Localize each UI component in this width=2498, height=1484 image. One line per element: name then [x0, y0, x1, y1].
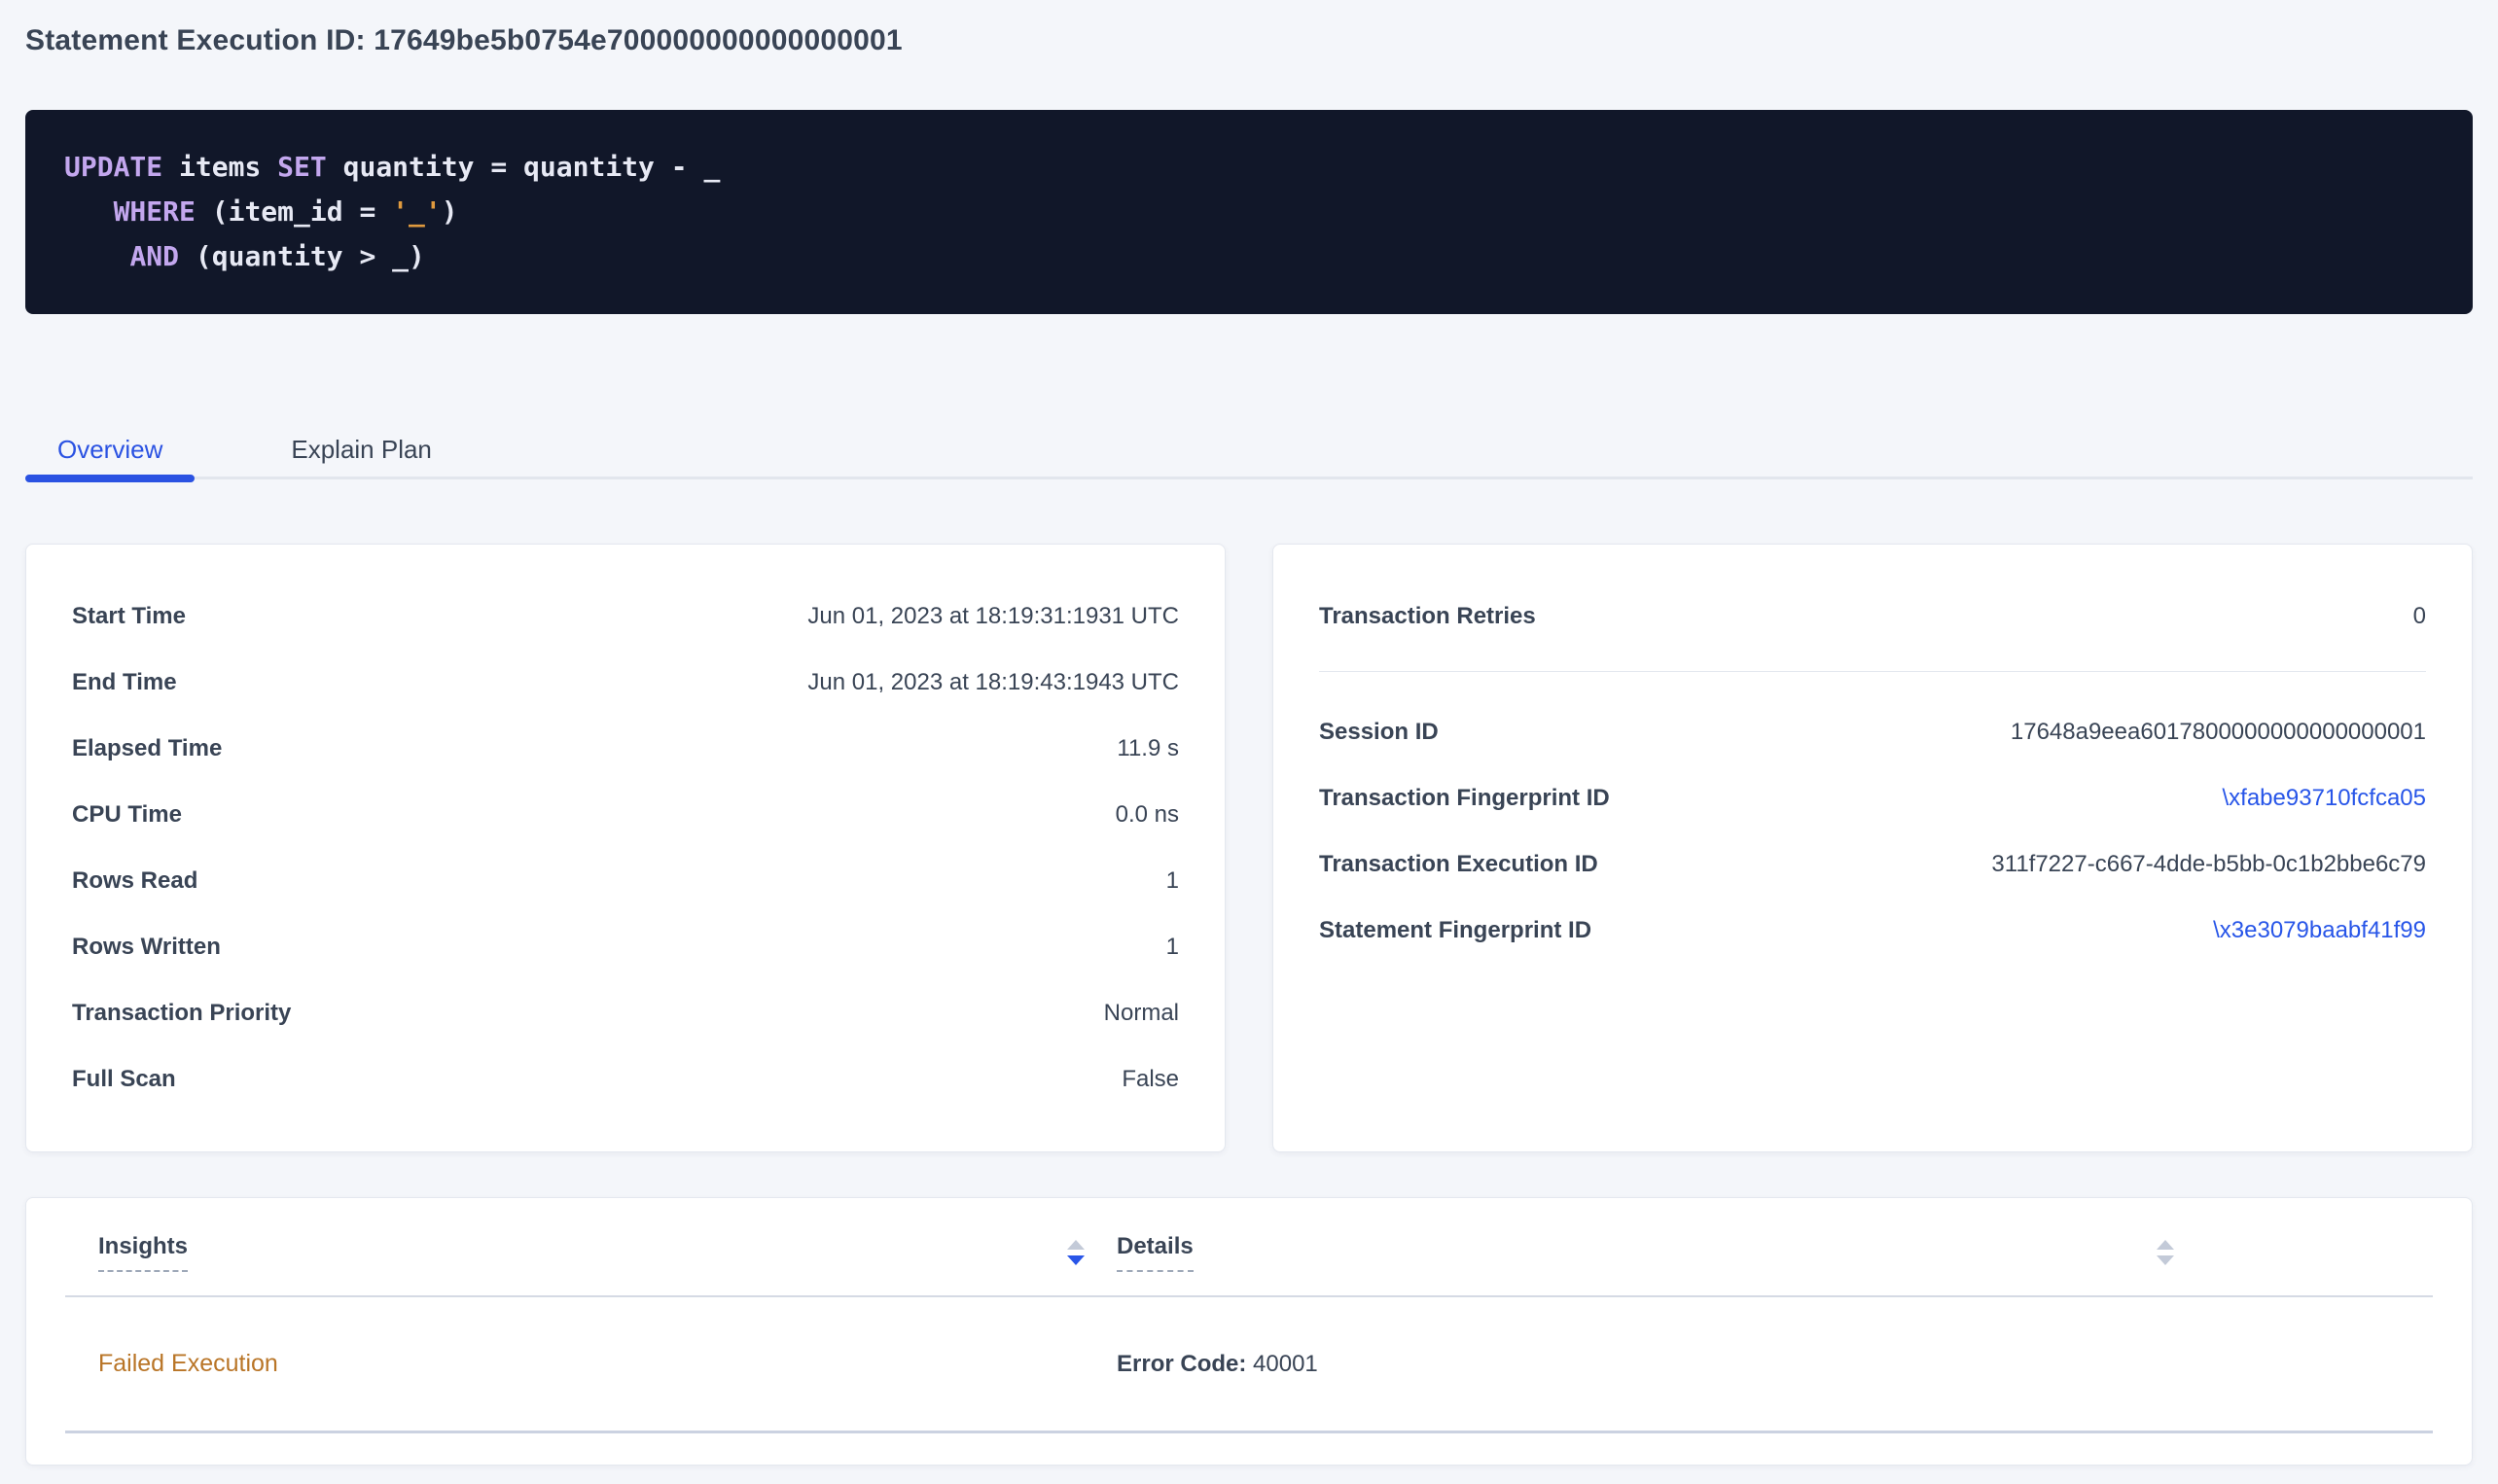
stat-value: 311f7227-c667-4dde-b5bb-0c1b2bbe6c79: [1991, 851, 2426, 878]
sort-ascending-icon[interactable]: [2157, 1240, 2174, 1250]
tab-explain-plan-label: Explain Plan: [291, 435, 432, 464]
stat-value: Jun 01, 2023 at 18:19:31:1931 UTC: [807, 603, 1179, 630]
stat-row-rows-written: Rows Written 1: [72, 914, 1179, 980]
tab-overview-label: Overview: [57, 435, 162, 464]
insight-table-row: Failed Execution Error Code: 40001: [65, 1297, 2433, 1433]
stat-value: 17648a9eea6017800000000000000001: [2011, 719, 2426, 746]
sort-ascending-icon[interactable]: [1067, 1240, 1085, 1250]
insights-column-label[interactable]: Insights: [98, 1233, 188, 1272]
stat-label: CPU Time: [72, 801, 182, 829]
transaction-fingerprint-link[interactable]: \xfabe93710fcfca05: [2223, 785, 2427, 812]
error-code-value: 40001: [1246, 1351, 1317, 1377]
page-title: Statement Execution ID: 17649be5b0754e70…: [25, 0, 2473, 58]
stat-value: False: [1122, 1066, 1179, 1093]
stat-label: Transaction Execution ID: [1319, 851, 1598, 878]
insight-details-cell: Error Code: 40001: [1117, 1351, 2206, 1378]
stat-row-transaction-execution-id: Transaction Execution ID 311f7227-c667-4…: [1319, 831, 2426, 898]
tab-explain-plan[interactable]: Explain Plan: [259, 435, 464, 477]
stat-label: Transaction Priority: [72, 1000, 291, 1027]
details-column-label[interactable]: Details: [1117, 1233, 1194, 1272]
stat-value: 11.9 s: [1117, 735, 1179, 762]
stat-row-rows-read: Rows Read 1: [72, 848, 1179, 914]
stat-row-start-time: Start Time Jun 01, 2023 at 18:19:31:1931…: [72, 583, 1179, 650]
tab-bar: Overview Explain Plan: [25, 435, 2473, 479]
card-divider: [1319, 671, 2426, 672]
statement-fingerprint-link[interactable]: \x3e3079baabf41f99: [2213, 917, 2426, 944]
stat-row-elapsed-time: Elapsed Time 11.9 s: [72, 716, 1179, 782]
stat-label: Full Scan: [72, 1066, 176, 1093]
tab-overview[interactable]: Overview: [25, 435, 195, 477]
stat-label: Start Time: [72, 603, 186, 630]
stat-label: Rows Written: [72, 934, 221, 961]
stat-row-full-scan: Full Scan False: [72, 1046, 1179, 1113]
stat-label: Transaction Fingerprint ID: [1319, 785, 1610, 812]
stat-row-cpu-time: CPU Time 0.0 ns: [72, 782, 1179, 848]
stat-label: End Time: [72, 669, 177, 696]
insights-table-header: Insights Details: [65, 1198, 2433, 1297]
stat-value: Normal: [1104, 1000, 1179, 1027]
stat-value: 0: [2413, 603, 2426, 630]
stat-row-statement-fingerprint-id: Statement Fingerprint ID \x3e3079baabf41…: [1319, 898, 2426, 964]
stat-value: 1: [1166, 934, 1179, 961]
stat-label: Elapsed Time: [72, 735, 222, 762]
details-column-header: Details: [1117, 1233, 2206, 1272]
statement-execution-page: Statement Execution ID: 17649be5b0754e70…: [0, 0, 2498, 1484]
details-sort-control[interactable]: [2157, 1240, 2174, 1265]
sort-descending-icon[interactable]: [1067, 1255, 1085, 1265]
execution-stats-card: Start Time Jun 01, 2023 at 18:19:31:1931…: [25, 544, 1226, 1152]
summary-cards-row: Start Time Jun 01, 2023 at 18:19:31:1931…: [25, 544, 2473, 1152]
transaction-ids-card: Transaction Retries 0 Session ID 17648a9…: [1272, 544, 2473, 1152]
stat-row-transaction-fingerprint-id: Transaction Fingerprint ID \xfabe93710fc…: [1319, 765, 2426, 831]
stat-value: Jun 01, 2023 at 18:19:43:1943 UTC: [807, 669, 1179, 696]
stat-value: 1: [1166, 867, 1179, 895]
sort-descending-icon[interactable]: [2157, 1255, 2174, 1265]
stat-label: Transaction Retries: [1319, 603, 1536, 630]
stat-row-transaction-retries: Transaction Retries 0: [1319, 583, 2426, 650]
stat-row-session-id: Session ID 17648a9eea6017800000000000000…: [1319, 699, 2426, 765]
stat-label: Rows Read: [72, 867, 197, 895]
stat-row-end-time: End Time Jun 01, 2023 at 18:19:43:1943 U…: [72, 650, 1179, 716]
stat-label: Statement Fingerprint ID: [1319, 917, 1591, 944]
insight-type-cell: Failed Execution: [65, 1350, 1117, 1378]
stat-value: 0.0 ns: [1116, 801, 1179, 829]
stat-label: Session ID: [1319, 719, 1439, 746]
insights-column-header: Insights: [65, 1233, 1117, 1272]
sql-statement-box: UPDATE items SET quantity = quantity - _…: [25, 110, 2473, 314]
stat-row-transaction-priority: Transaction Priority Normal: [72, 980, 1179, 1046]
error-code-label: Error Code:: [1117, 1351, 1246, 1377]
insights-sort-control[interactable]: [1067, 1240, 1085, 1265]
insights-table-card: Insights Details Failed Execution Error …: [25, 1197, 2473, 1466]
sql-statement: UPDATE items SET quantity = quantity - _…: [64, 145, 2434, 279]
